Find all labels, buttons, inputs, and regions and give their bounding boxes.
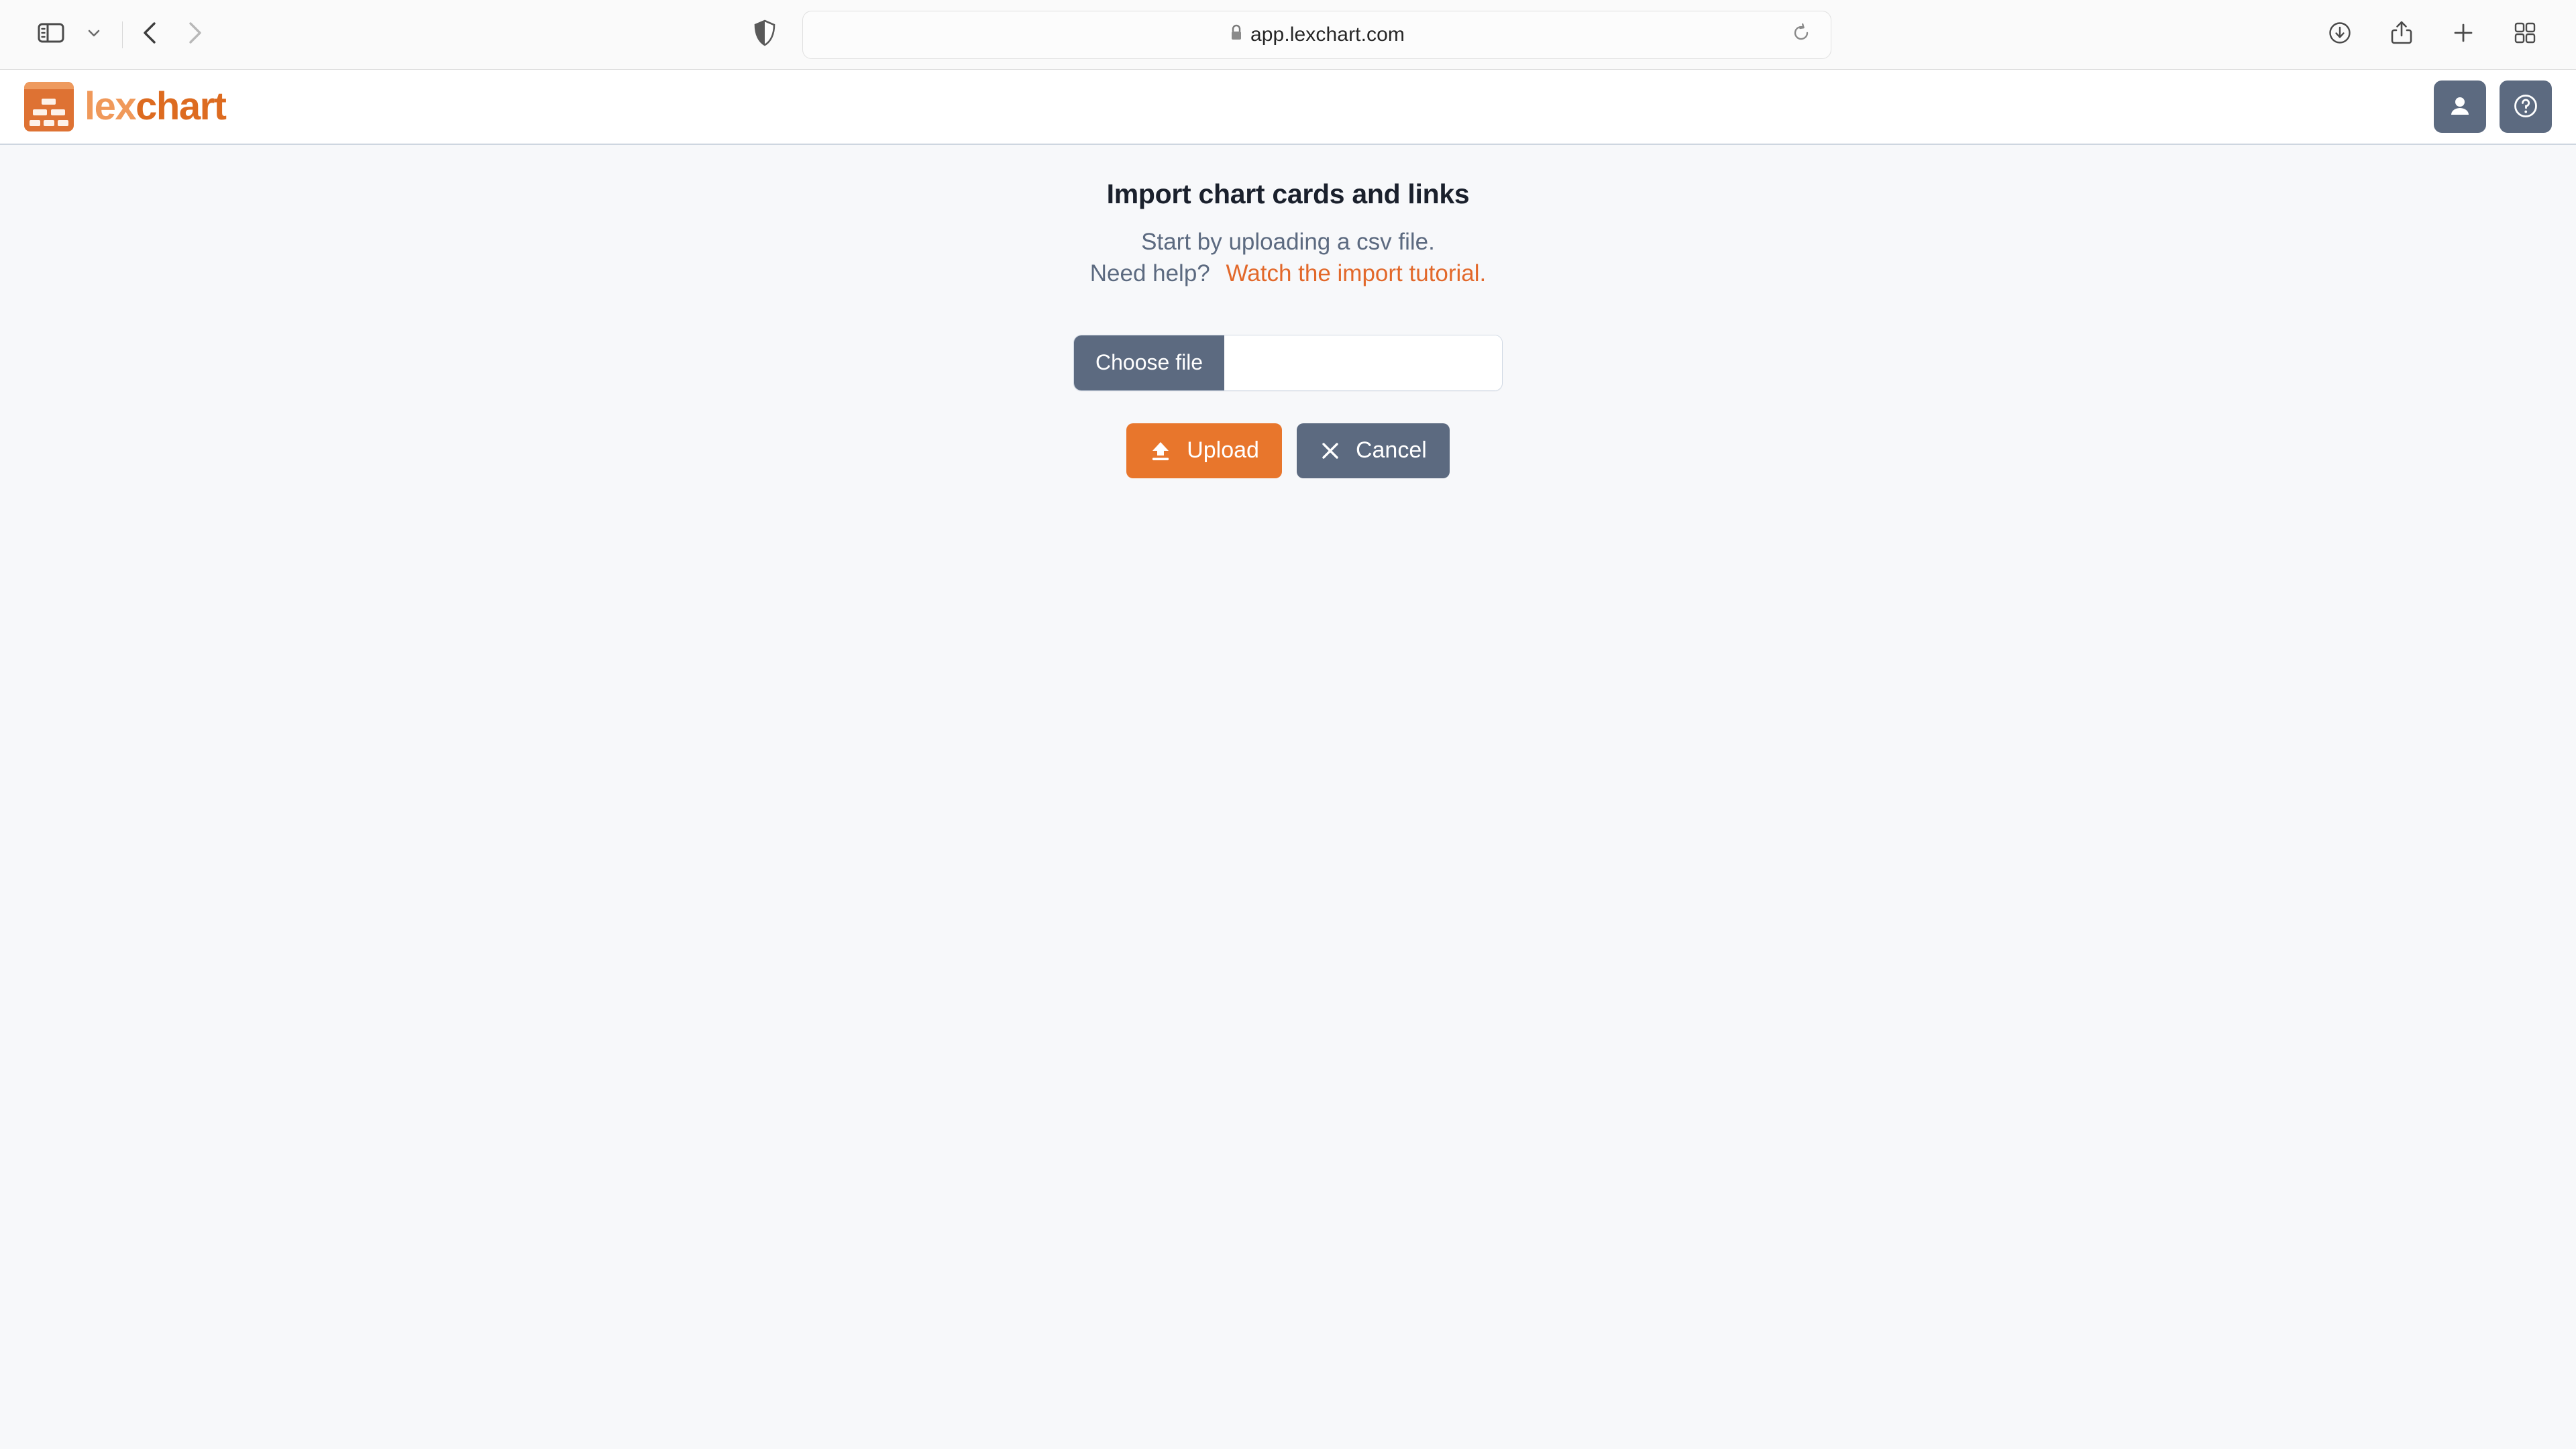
share-button[interactable] <box>2380 13 2423 56</box>
share-icon <box>2390 20 2413 49</box>
url-display: app.lexchart.com <box>1229 23 1405 46</box>
back-button[interactable] <box>129 13 172 56</box>
downloads-button[interactable] <box>2318 13 2361 56</box>
account-button[interactable] <box>2434 80 2486 133</box>
sidebar-dropdown-button[interactable] <box>72 13 115 56</box>
shield-icon <box>753 19 776 50</box>
logo-text-chart: chart <box>136 85 227 128</box>
cancel-button-label: Cancel <box>1355 437 1427 464</box>
watch-tutorial-link[interactable]: Watch the import tutorial. <box>1226 260 1487 286</box>
page-title: Import chart cards and links <box>1106 178 1470 209</box>
file-picker: Choose file <box>1073 334 1503 391</box>
url-text: app.lexchart.com <box>1250 23 1405 46</box>
privacy-report-button[interactable] <box>745 15 785 55</box>
lexchart-logo[interactable]: lexchart <box>24 82 227 131</box>
help-line: Need help? Watch the import tutorial. <box>1090 259 1487 289</box>
sidebar-icon <box>38 22 64 47</box>
file-name-input[interactable] <box>1224 335 1502 390</box>
tab-overview-icon <box>2514 21 2536 48</box>
help-prompt-text: Need help? <box>1089 260 1210 286</box>
address-bar-container: app.lexchart.com <box>745 10 1831 59</box>
chevron-left-icon <box>140 20 162 49</box>
sidebar-toggle-button[interactable] <box>30 13 72 56</box>
lexchart-logo-icon <box>24 82 74 131</box>
lock-icon <box>1229 23 1244 46</box>
browser-nav-controls <box>30 13 215 56</box>
browser-toolbar: app.lexchart.com <box>0 0 2576 70</box>
logo-wordmark: lexchart <box>85 85 227 128</box>
import-panel: Import chart cards and links Start by up… <box>0 145 2576 478</box>
chevron-right-icon <box>182 20 205 49</box>
new-tab-button[interactable] <box>2442 13 2485 56</box>
help-button[interactable] <box>2500 80 2552 133</box>
upload-button[interactable]: Upload <box>1126 423 1282 478</box>
upload-button-label: Upload <box>1187 437 1259 464</box>
tab-overview-button[interactable] <box>2504 13 2546 56</box>
action-buttons: Upload Cancel <box>1126 423 1450 478</box>
downloads-icon <box>2328 21 2352 48</box>
logo-text-lex: lex <box>85 85 137 128</box>
reload-button[interactable] <box>1784 17 1819 52</box>
forward-button[interactable] <box>172 13 215 56</box>
url-bar[interactable]: app.lexchart.com <box>802 10 1831 59</box>
toolbar-divider <box>122 21 123 48</box>
chevron-down-icon <box>85 24 103 45</box>
app-header: lexchart <box>0 70 2576 145</box>
close-icon <box>1320 440 1341 462</box>
header-actions <box>2434 80 2552 133</box>
new-tab-icon <box>2451 21 2475 48</box>
page-subtitle: Start by uploading a csv file. <box>1141 229 1435 255</box>
reload-icon <box>1791 23 1811 46</box>
browser-toolbar-actions <box>2318 13 2546 56</box>
upload-icon <box>1149 439 1172 462</box>
user-icon <box>2447 93 2473 121</box>
cancel-button[interactable]: Cancel <box>1296 423 1450 478</box>
help-circle-icon <box>2512 92 2540 122</box>
choose-file-button[interactable]: Choose file <box>1074 335 1225 390</box>
